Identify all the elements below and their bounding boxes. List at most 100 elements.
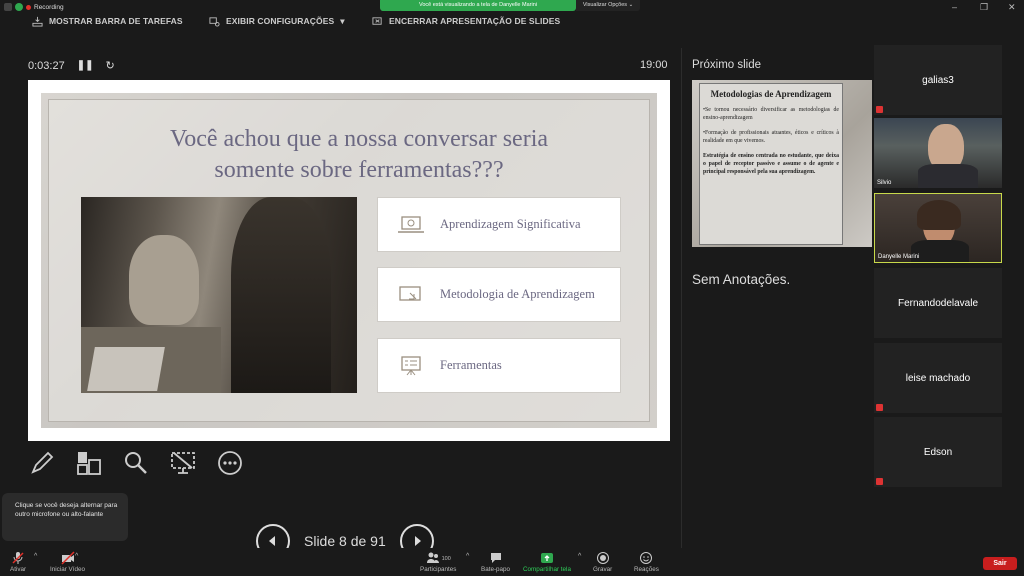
chat-icon	[490, 553, 501, 563]
video-options-chevron-icon[interactable]: ^	[75, 553, 78, 560]
end-slideshow-button[interactable]: ENCERRAR APRESENTAÇÃO DE SLIDES	[372, 15, 560, 27]
participant-name: Edson	[923, 446, 953, 458]
record-button[interactable]: Gravar	[593, 551, 612, 573]
unmute-label: Ativar	[10, 566, 27, 573]
share-screen-button[interactable]: Compartilhar tela	[523, 551, 571, 573]
participant-name: Danyelle Marini	[878, 254, 920, 260]
next-slide-content: Metodologias de Aprendizagem •Se tornou …	[699, 83, 843, 245]
card-label: Ferramentas	[440, 358, 502, 372]
more-options-button[interactable]	[216, 449, 244, 477]
pen-icon	[31, 451, 54, 474]
card-label: Metodologia de Aprendizagem	[440, 287, 595, 301]
audio-options-chevron-icon[interactable]: ^	[34, 553, 37, 560]
slide-tools	[28, 449, 244, 477]
participants-button[interactable]: 100 Participantes	[420, 551, 456, 573]
show-taskbar-label: MOSTRAR BARRA DE TAREFAS	[49, 16, 183, 26]
display-settings-button[interactable]: EXIBIR CONFIGURAÇÕES ▾	[209, 15, 345, 27]
reactions-button[interactable]: Reações	[634, 551, 659, 573]
laptop-icon	[398, 215, 424, 233]
leave-meeting-button[interactable]: Sair	[983, 557, 1017, 570]
muted-mic-icon	[876, 478, 883, 485]
share-screen-icon	[540, 553, 553, 563]
audio-switch-tooltip: Clique se você deseja alternar para outr…	[2, 493, 128, 541]
participant-name: Fernandodelavale	[897, 297, 979, 309]
participant-name: galias3	[922, 74, 954, 86]
magnifier-icon	[125, 452, 147, 474]
close-icon[interactable]: ✕	[1008, 2, 1016, 13]
active-speaker-video-tile[interactable]: Danyelle Marini	[874, 193, 1002, 263]
meeting-controls: Ativar ^ Iniciar Vídeo ^ 100 Participant…	[0, 548, 1024, 576]
next-slide-bullet: •Formação de profissionais atuantes, éti…	[703, 130, 839, 144]
participant-tile[interactable]: Edson	[874, 417, 1002, 487]
security-shield-icon[interactable]	[15, 3, 23, 11]
participants-chevron-icon[interactable]: ^	[466, 553, 469, 560]
participant-name: leise machado	[905, 372, 971, 384]
panel-divider	[681, 48, 682, 548]
muted-microphone-icon	[12, 552, 24, 564]
minimize-icon[interactable]: –	[952, 2, 957, 12]
restore-icon[interactable]: ❐	[980, 2, 988, 13]
smiley-icon	[640, 552, 653, 564]
slide-counter: Slide 8 de 91	[304, 533, 386, 549]
show-taskbar-button[interactable]: MOSTRAR BARRA DE TAREFAS	[32, 15, 183, 27]
participant-tile[interactable]: galias3	[874, 45, 1002, 115]
next-arrow-icon	[414, 536, 421, 546]
card-aprendizagem-significativa: Aprendizagem Significativa	[377, 197, 621, 252]
display-settings-label: EXIBIR CONFIGURAÇÕES	[226, 16, 335, 26]
pen-tool-button[interactable]	[28, 449, 56, 477]
tooltip-text: Clique se você deseja alternar para outr…	[15, 502, 118, 518]
screen-off-icon	[171, 452, 195, 474]
slide-background: Você achou que a nossa conversar seria s…	[41, 93, 657, 428]
taskbar-icon	[32, 16, 43, 27]
zoom-slide-button[interactable]	[122, 449, 150, 477]
share-options-chevron-icon[interactable]: ^	[578, 553, 581, 560]
participant-name: Silvio	[877, 180, 892, 186]
next-slide-bullet: •Se tornou necessário diversificar as me…	[703, 107, 839, 121]
chat-label: Bate-papo	[481, 566, 511, 573]
top-system-bar: Recording Você está visualizando a tela …	[0, 0, 1024, 13]
screen-share-banner: Você está visualizando a tela de Danyell…	[380, 0, 576, 11]
more-icon	[218, 451, 242, 475]
see-all-slides-button[interactable]	[75, 449, 103, 477]
card-ferramentas: Ferramentas	[377, 338, 621, 393]
zoom-window: Recording Você está visualizando a tela …	[0, 0, 1024, 576]
recording-dot-icon	[26, 4, 31, 10]
zoom-info-icon[interactable]	[4, 3, 12, 11]
next-slide-label: Próximo slide	[692, 59, 762, 71]
participant-tile[interactable]: Fernandodelavale	[874, 268, 1002, 338]
chat-button[interactable]: Bate-papo	[481, 551, 510, 573]
participants-count: 100	[441, 555, 451, 562]
participants-icon	[426, 552, 439, 563]
slide-title-line-2: somente sobre ferramentas???	[214, 157, 504, 183]
record-label: Gravar	[593, 566, 613, 573]
recording-indicator: Recording	[4, 3, 64, 11]
card-label: Aprendizagem Significativa	[440, 217, 581, 231]
leave-label: Sair	[993, 560, 1007, 567]
slide-title-line-1: Você achou que a nossa conversar seria	[169, 126, 549, 152]
view-options-button[interactable]: Visualizar Opções ⌄	[576, 0, 640, 11]
card-metodologia-de-aprendizagem: Metodologia de Aprendizagem	[377, 267, 621, 322]
view-options-label: Visualizar Opções	[582, 2, 628, 8]
participant-video-tile[interactable]: Silvio	[874, 118, 1002, 188]
speaker-notes: Sem Anotações.	[692, 272, 791, 287]
end-slideshow-label: ENCERRAR APRESENTAÇÃO DE SLIDES	[389, 16, 561, 26]
previous-arrow-icon	[269, 536, 275, 546]
start-video-button[interactable]: Iniciar Vídeo	[50, 551, 85, 573]
current-time: 19:00	[640, 59, 668, 71]
next-slide-thumbnail[interactable]: Metodologias de Aprendizagem •Se tornou …	[692, 80, 872, 247]
participants-label: Participantes	[420, 566, 457, 573]
current-slide[interactable]: Você achou que a nossa conversar seria s…	[28, 80, 670, 441]
pause-timer-icon[interactable]: ❚❚	[77, 60, 94, 71]
next-slide-title: Metodologias de Aprendizagem	[710, 89, 832, 99]
slide-title: Você achou que a nossa conversar seria s…	[109, 124, 609, 186]
muted-mic-icon	[876, 404, 883, 411]
unmute-button[interactable]: Ativar	[10, 551, 26, 573]
reset-timer-icon[interactable]: ↻	[105, 59, 114, 72]
muted-mic-icon	[876, 106, 883, 113]
presentation-timer: 0:03:27 ❚❚ ↻	[28, 59, 115, 73]
start-video-label: Iniciar Vídeo	[50, 566, 86, 573]
black-screen-button[interactable]	[169, 449, 197, 477]
elapsed-time: 0:03:27	[28, 59, 65, 72]
participant-tile[interactable]: leise machado	[874, 343, 1002, 413]
chevron-down-icon: ▾	[340, 15, 345, 26]
